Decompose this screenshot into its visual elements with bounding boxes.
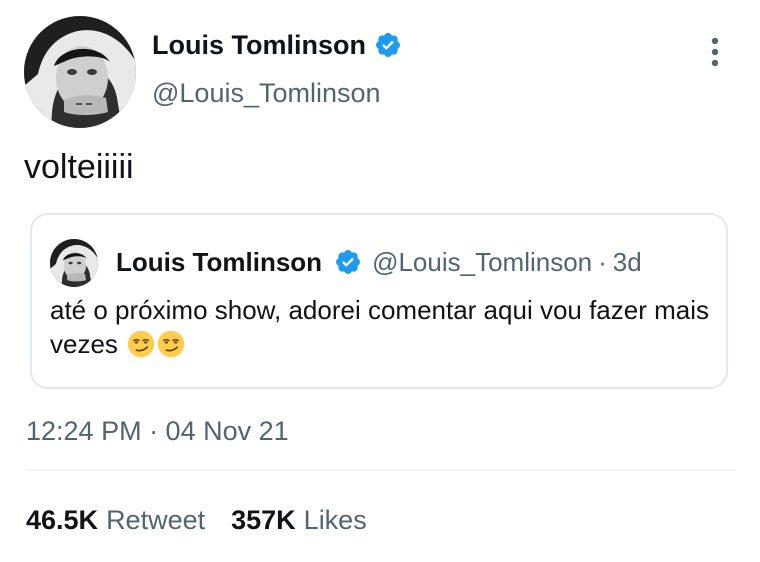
- likes-label: Likes: [303, 505, 367, 535]
- author-display-name[interactable]: Louis Tomlinson: [152, 28, 366, 62]
- quoted-tweet-header: Louis Tomlinson @Louis_Tomlinson · 3d: [116, 245, 642, 279]
- retweets-label: Retweet: [106, 505, 206, 535]
- tweet-text: volteiiiii: [24, 148, 134, 186]
- more-vertical-icon: [711, 37, 719, 67]
- retweets-count: 46.5K: [26, 505, 99, 535]
- tweet-timestamp[interactable]: 12:24 PM · 04 Nov 21: [26, 414, 289, 448]
- quoted-author-handle: @Louis_Tomlinson: [372, 247, 593, 277]
- quoted-tweet-age: 3d: [612, 247, 642, 277]
- quoted-author-avatar: [50, 239, 98, 287]
- verified-badge-icon: [336, 250, 361, 274]
- quoted-tweet-text-block: até o próximo show, adorei comentar aqui…: [50, 293, 710, 361]
- smirking-face-emoji-icon: [127, 330, 155, 358]
- quoted-author-name: Louis Tomlinson: [116, 247, 323, 277]
- retweets-stat[interactable]: 46.5K Retweet: [26, 503, 205, 537]
- author-handle[interactable]: @Louis_Tomlinson: [152, 76, 381, 110]
- likes-count: 357K: [231, 505, 296, 535]
- quoted-tweet-card[interactable]: Louis Tomlinson @Louis_Tomlinson · 3d at…: [30, 213, 728, 389]
- tweet-stats: 46.5K Retweet 357K Likes: [26, 503, 367, 537]
- more-options-button[interactable]: [700, 36, 730, 70]
- divider: [26, 469, 736, 471]
- likes-stat[interactable]: 357K Likes: [231, 503, 367, 537]
- author-display-name-row[interactable]: Louis Tomlinson: [152, 28, 402, 62]
- author-avatar[interactable]: [24, 16, 136, 128]
- smirking-face-emoji-icon: [157, 330, 185, 358]
- quoted-separator: ·: [598, 247, 607, 277]
- verified-badge-icon: [376, 33, 400, 57]
